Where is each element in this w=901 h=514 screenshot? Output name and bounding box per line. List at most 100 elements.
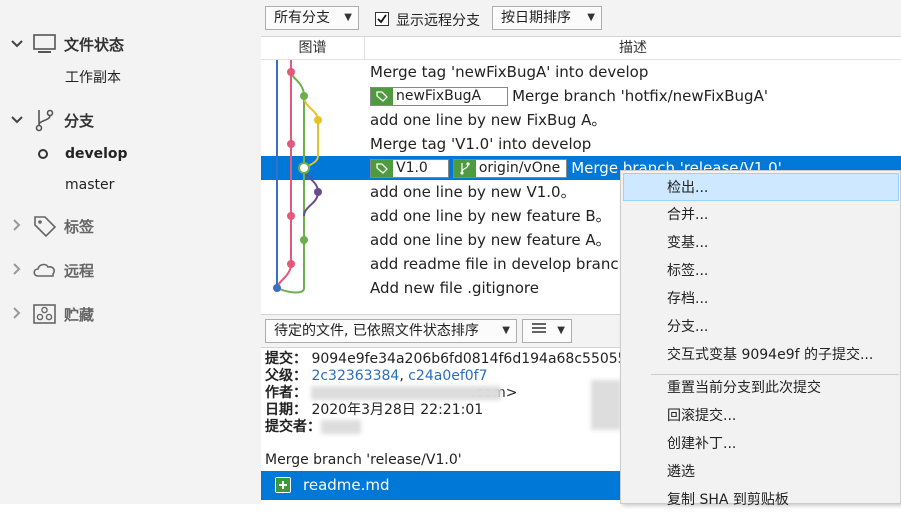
tag-badge[interactable]: V1.0 — [370, 159, 449, 178]
remote-branch-label: origin/vOne — [478, 160, 561, 176]
menu-item-label: 复制 SHA 到剪贴板 — [667, 492, 789, 508]
commit-graph[interactable] — [261, 60, 365, 300]
sidebar-section-branches[interactable]: 分支 — [0, 106, 261, 134]
commit-dot[interactable] — [287, 68, 295, 76]
sidebar-section-remotes[interactable]: 远程 — [0, 256, 261, 284]
branch-icon — [32, 108, 58, 132]
menu-item-label: 标签... — [667, 263, 709, 279]
sidebar-section-label: 分支 — [64, 111, 95, 130]
remote-branch-badge[interactable]: origin/vOne — [452, 159, 568, 178]
description-column-header[interactable]: 描述 — [365, 37, 901, 60]
detail-date: 日期： 2020年3月28日 22:21:01 — [265, 401, 483, 419]
commit-dot[interactable] — [287, 140, 295, 148]
file-sort-dropdown[interactable]: 待定的文件, 已依照文件状态排序 ▼ — [265, 319, 517, 343]
sidebar-section-file-status[interactable]: 文件状态 — [0, 30, 261, 58]
separator-comma: , — [399, 368, 409, 384]
menu-item-interactive-rebase[interactable]: 交互式变基 9094e9f 的子提交... — [621, 341, 901, 369]
chevron-down-icon[interactable] — [10, 113, 24, 127]
menu-item-checkout[interactable]: 检出... — [623, 173, 899, 201]
file-name: readme.md — [303, 476, 390, 494]
menu-item-cherry-pick[interactable]: 遴选 — [621, 458, 901, 486]
parent-label: 父级： — [265, 368, 307, 384]
view-mode-dropdown[interactable]: ▼ — [522, 319, 572, 343]
chevron-right-icon[interactable] — [10, 262, 24, 278]
file-row[interactable]: readme.md — [261, 471, 621, 500]
current-branch-bullet-icon — [38, 149, 48, 159]
commit-message: Add new file .gitignore — [370, 279, 539, 297]
menu-item-label: 存档... — [667, 291, 709, 307]
tag-icon — [371, 160, 393, 177]
graph-line-hotfix — [303, 95, 319, 171]
menu-item-reset[interactable]: 重置当前分支到此次提交 — [621, 374, 901, 402]
tag-icon — [32, 214, 58, 238]
menu-item-label: 创建补丁... — [667, 436, 737, 452]
commit-dot[interactable] — [300, 92, 308, 100]
file-sort-label: 待定的文件, 已依照文件状态排序 — [274, 323, 479, 339]
author-label: 作者： — [265, 385, 307, 401]
sidebar-item-working-copy[interactable]: 工作副本 — [65, 66, 121, 90]
history-toolbar: 所有分支 ▼ 显示远程分支 按日期排序 ▼ — [261, 0, 901, 37]
menu-item-branch[interactable]: 分支... — [621, 313, 901, 341]
commit-message: add one line by new feature B。 — [370, 207, 611, 225]
file-added-icon — [275, 477, 291, 493]
menu-item-label: 遴选 — [667, 464, 695, 480]
redacted-author — [311, 386, 501, 400]
menu-item-label: 变基... — [667, 235, 709, 251]
chevron-down-icon[interactable] — [10, 37, 24, 51]
sidebar-section-label: 标签 — [64, 217, 95, 236]
monitor-icon — [32, 32, 58, 56]
tag-icon — [371, 88, 393, 105]
sidebar-section-label: 贮藏 — [64, 305, 95, 324]
menu-item-merge[interactable]: 合并... — [621, 201, 901, 229]
detail-committer: 提交者： — [265, 418, 321, 436]
menu-item-revert[interactable]: 回滚提交... — [621, 402, 901, 430]
sidebar-item-master[interactable]: master — [65, 173, 114, 197]
menu-item-rebase[interactable]: 变基... — [621, 229, 901, 257]
tag-label: newFixBugA — [396, 88, 482, 104]
commit-label: 提交： — [265, 351, 307, 367]
chevron-down-icon: ▼ — [587, 12, 595, 23]
menu-item-create-patch[interactable]: 创建补丁... — [621, 430, 901, 458]
chevron-right-icon[interactable] — [10, 218, 24, 234]
sort-dropdown[interactable]: 按日期排序 ▼ — [492, 6, 602, 30]
branch-filter-label: 所有分支 — [274, 10, 330, 26]
commit-dot[interactable] — [314, 116, 322, 124]
show-remote-checkbox[interactable] — [375, 12, 389, 26]
menu-item-tag[interactable]: 标签... — [621, 257, 901, 285]
commit-message: Merge branch 'hotfix/newFixBugA' — [512, 87, 768, 105]
commit-message: add one line by new feature A。 — [370, 231, 611, 249]
menu-item-label: 合并... — [667, 207, 709, 223]
menu-item-label: 回滚提交... — [667, 408, 737, 424]
tag-badge[interactable]: newFixBugA — [370, 87, 509, 106]
commit-dot[interactable] — [287, 212, 295, 220]
menu-item-label: 检出... — [667, 180, 709, 196]
show-remote-label[interactable]: 显示远程分支 — [396, 10, 480, 30]
menu-item-copy-sha[interactable]: 复制 SHA 到剪贴板 — [621, 486, 901, 514]
chevron-down-icon: ▼ — [344, 12, 352, 23]
chevron-right-icon[interactable] — [10, 306, 24, 322]
sidebar-section-tags[interactable]: 标签 — [0, 212, 261, 240]
sort-label: 按日期排序 — [501, 10, 571, 26]
menu-item-archive[interactable]: 存档... — [621, 285, 901, 313]
tag-label: V1.0 — [396, 160, 428, 176]
sidebar-item-develop[interactable]: develop — [65, 142, 128, 166]
date-label: 日期： — [265, 402, 307, 418]
redacted-committer — [321, 420, 361, 434]
commit-message: Merge tag 'newFixBugA' into develop — [370, 63, 649, 81]
sidebar-section-stashes[interactable]: 贮藏 — [0, 300, 261, 328]
commit-message: add one line by new FixBug A。 — [370, 111, 607, 129]
committer-label: 提交者： — [265, 419, 321, 435]
commit-dot[interactable] — [287, 260, 295, 268]
commit-message: add readme file in develop branch — [370, 255, 629, 273]
commit-dot[interactable] — [300, 236, 308, 244]
detail-message: Merge branch 'release/V1.0' — [265, 452, 462, 468]
parent-link[interactable]: c24a0ef0f7 — [408, 368, 487, 384]
graph-column-header[interactable]: 图谱 — [261, 37, 365, 60]
commit-dot[interactable] — [273, 284, 281, 292]
parent-link[interactable]: 2c32363384 — [311, 368, 399, 384]
commit-dot-selected[interactable] — [298, 162, 310, 174]
branch-filter-dropdown[interactable]: 所有分支 ▼ — [265, 6, 359, 30]
commit-dot[interactable] — [314, 188, 322, 196]
chevron-down-icon: ▼ — [557, 325, 565, 336]
commit-hash[interactable]: 9094e9fe34a206b6fd0814f6d194a68c55055 — [311, 351, 626, 367]
